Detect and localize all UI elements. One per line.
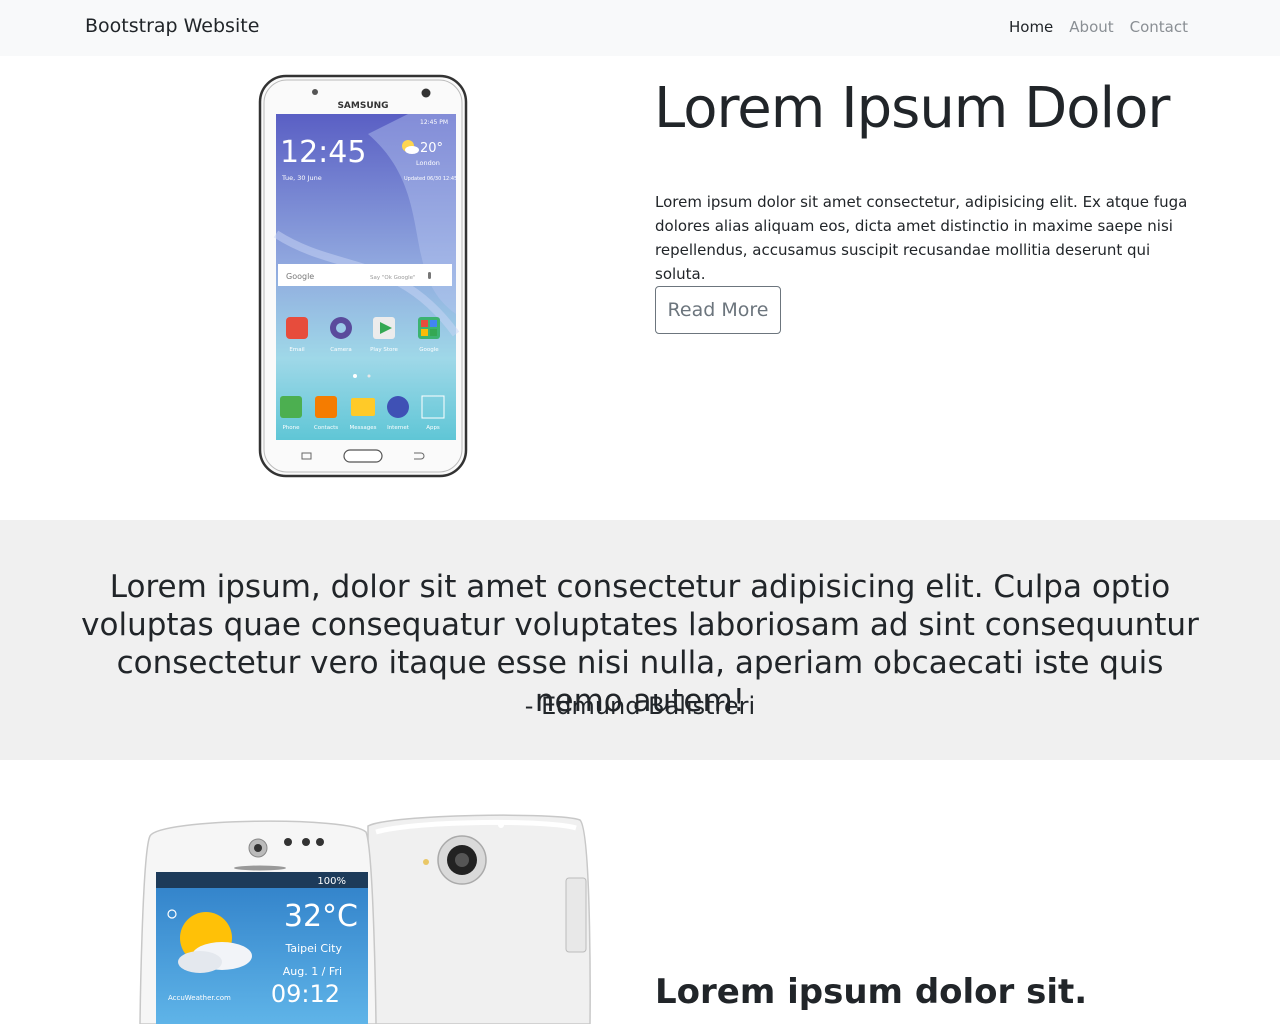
hero-phone-image: SAMSUNG 12:45 PM 12:45 Tue, 30 June 20° … bbox=[258, 74, 468, 478]
search-label: Google bbox=[286, 272, 314, 281]
dock-label-apps: Apps bbox=[426, 425, 440, 431]
search-hint: Say "Ok Google" bbox=[370, 275, 416, 281]
app-label-play-store: Play Store bbox=[370, 347, 398, 353]
app-label-email: Email bbox=[289, 347, 305, 353]
weather-city-label: Taipei City bbox=[284, 942, 342, 955]
section-title: Lorem ipsum dolor sit. bbox=[655, 972, 1088, 1012]
contacts-app-icon bbox=[315, 396, 337, 418]
brand-link[interactable]: Bootstrap Website bbox=[85, 15, 259, 37]
dock-label-phone: Phone bbox=[282, 425, 300, 431]
dock-label-internet: Internet bbox=[387, 425, 410, 431]
read-more-button[interactable]: Read More bbox=[655, 286, 781, 334]
weather-updated: Updated 06/30 12:45 bbox=[404, 176, 457, 182]
phone-brand-label: SAMSUNG bbox=[337, 101, 388, 111]
hero-title: Lorem Ipsum Dolor bbox=[654, 76, 1170, 141]
clock-time-label: 09:12 bbox=[271, 980, 340, 1008]
accuweather-label: AccuWeather.com bbox=[168, 994, 231, 1002]
hero-text: Lorem ipsum dolor sit amet consectetur, … bbox=[655, 193, 1188, 283]
weather-date-label: Aug. 1 / Fri bbox=[283, 965, 342, 978]
app-label-camera: Camera bbox=[330, 347, 352, 353]
nav-link-about[interactable]: About bbox=[1069, 18, 1113, 36]
quote-author: - Edmund Balistreri bbox=[524, 692, 756, 720]
lockscreen-date: Tue, 30 June bbox=[281, 174, 322, 182]
weather-temp-large: 32°C bbox=[284, 899, 358, 934]
navbar: Bootstrap Website Home About Contact bbox=[0, 0, 1280, 56]
weather-city: London bbox=[416, 159, 440, 167]
email-app-icon bbox=[286, 317, 308, 339]
nav-links: Home About Contact bbox=[1009, 18, 1188, 36]
weather-temp: 20° bbox=[420, 141, 443, 156]
nav-link-contact[interactable]: Contact bbox=[1130, 18, 1188, 36]
phone-app-icon bbox=[280, 396, 302, 418]
mic-icon bbox=[428, 272, 431, 279]
dock-label-messages: Messages bbox=[350, 425, 377, 431]
home-button bbox=[343, 449, 383, 463]
dock-label-contacts: Contacts bbox=[314, 425, 338, 431]
second-phone-image: 100% 32°C Taipei City Aug. 1 / Fri 09:12… bbox=[139, 814, 591, 1024]
messages-app-icon bbox=[351, 398, 375, 416]
nav-link-home[interactable]: Home bbox=[1009, 18, 1053, 36]
battery-label: 100% bbox=[317, 876, 346, 887]
status-time: 12:45 PM bbox=[420, 119, 448, 126]
app-label-google: Google bbox=[419, 347, 439, 353]
internet-app-icon bbox=[387, 396, 409, 418]
quote-section: Lorem ipsum, dolor sit amet consectetur … bbox=[0, 520, 1280, 760]
lockscreen-time: 12:45 bbox=[280, 135, 366, 170]
